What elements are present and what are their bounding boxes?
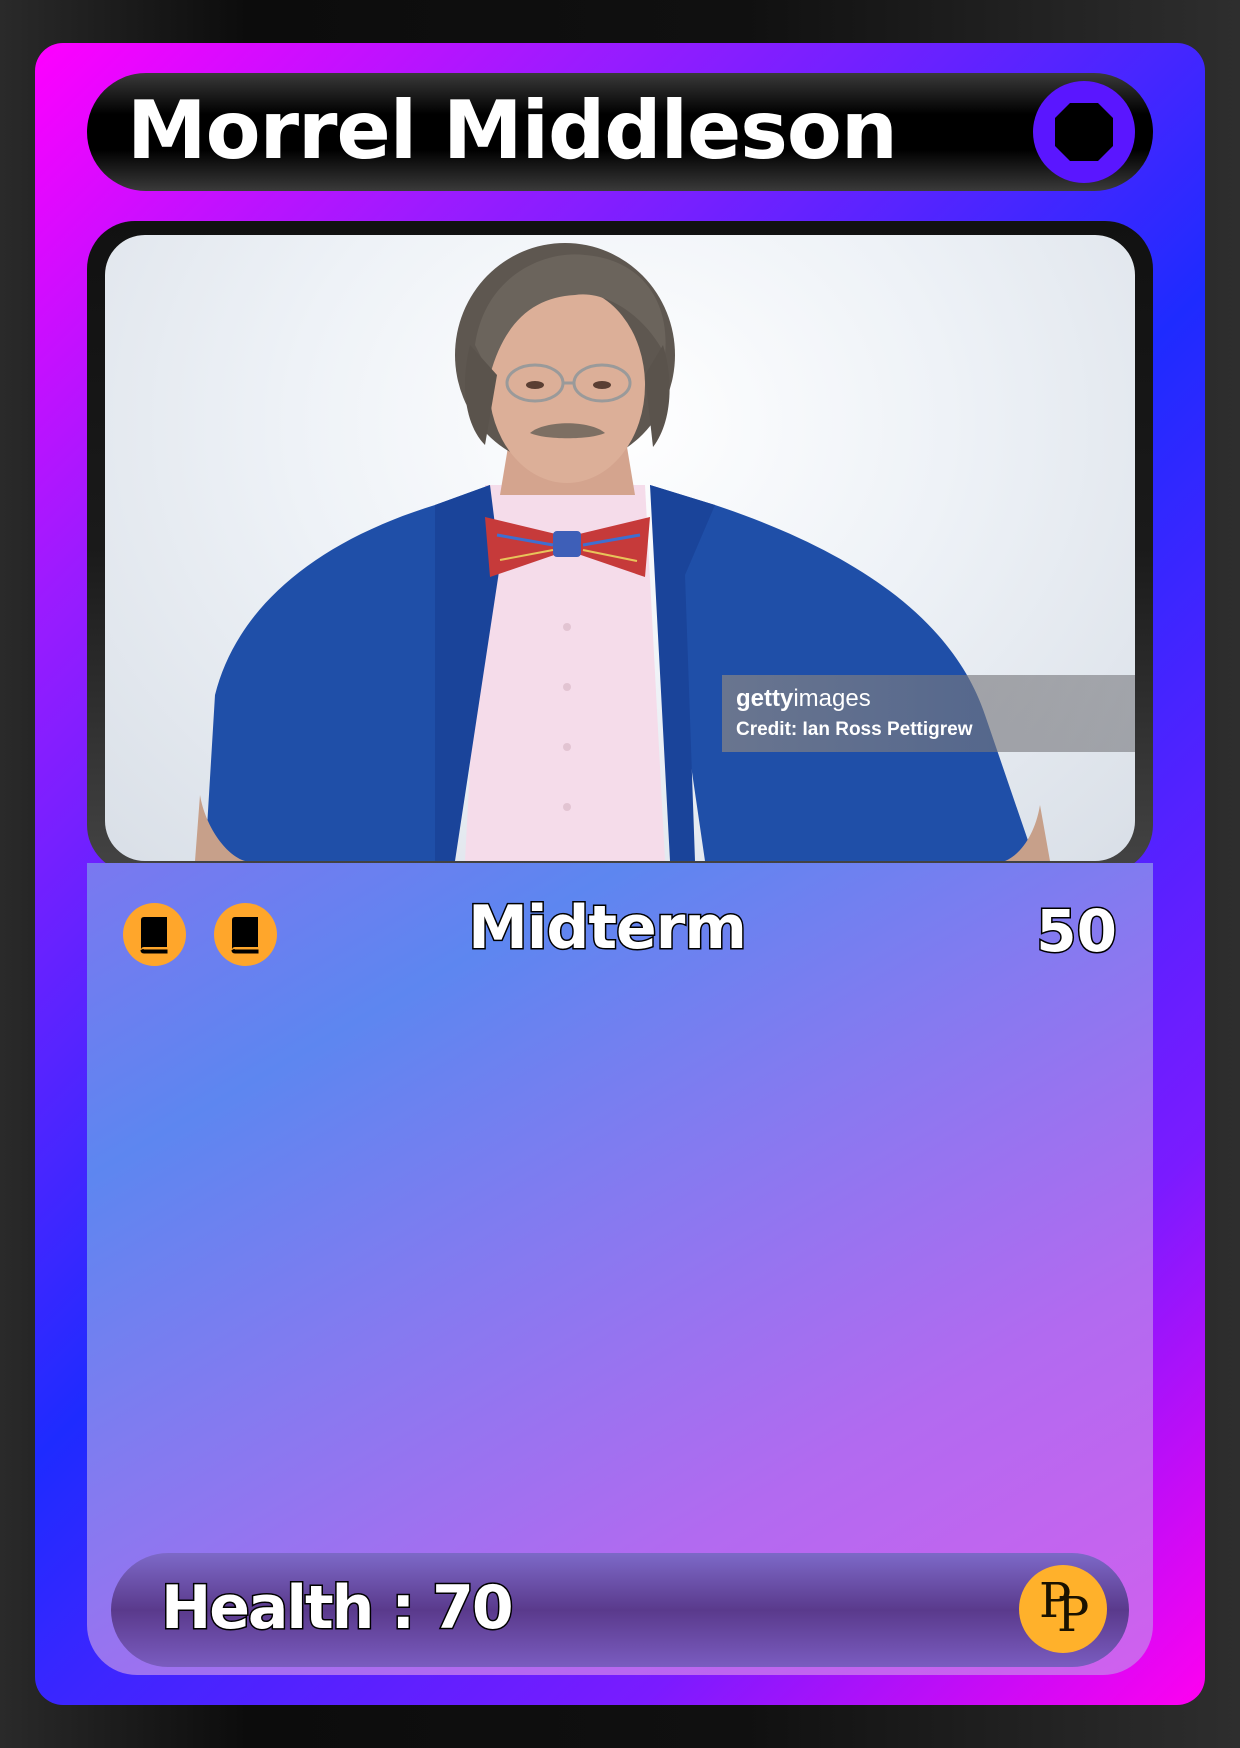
portrait-photo: gettyimages Credit: Ian Ross Pettigrew	[105, 235, 1135, 861]
portrait-frame: gettyimages Credit: Ian Ross Pettigrew	[87, 221, 1153, 873]
attack-value: 50	[1035, 896, 1119, 967]
cost-book-icon-2	[214, 903, 277, 966]
octagon-icon	[1055, 103, 1113, 161]
card-body-panel: Midterm 50 Health : 70 P P	[87, 863, 1153, 1675]
publisher-logo: P P	[1019, 1565, 1107, 1653]
portrait-illustration	[195, 243, 1050, 861]
health-bar: Health : 70 P P	[111, 1553, 1129, 1667]
card-name: Morrel Middleson	[127, 84, 898, 177]
energy-badge	[1033, 81, 1135, 183]
watermark-credit: Credit: Ian Ross Pettigrew	[736, 719, 973, 740]
cost-book-icon-1	[123, 903, 186, 966]
game-card[interactable]: Morrel Middleson gettyimages Credit: Ian…	[35, 43, 1205, 1705]
book-icon	[140, 917, 168, 954]
card-type-label: Midterm	[467, 892, 749, 965]
card-title-bar: Morrel Middleson	[87, 73, 1153, 191]
watermark-brand: gettyimages	[736, 685, 871, 712]
logo-letter-2: P	[1057, 1587, 1090, 1643]
book-icon	[231, 917, 259, 954]
health-label: Health : 70	[160, 1572, 516, 1645]
photo-watermark: gettyimages Credit: Ian Ross Pettigrew	[722, 675, 1135, 752]
